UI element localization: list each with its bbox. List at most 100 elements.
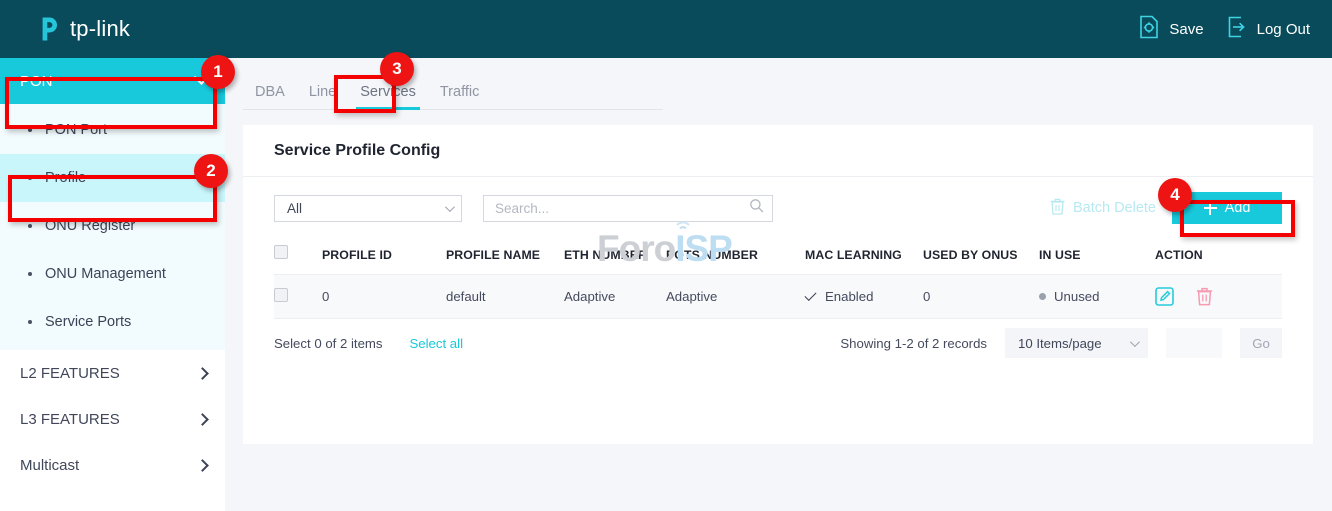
table-body: 0 default Adaptive Adaptive Enabled 0 [274, 275, 1282, 319]
add-label: Add [1225, 200, 1251, 216]
sidebar-pon-submenu: PON Port Profile ONU Register ONU Manage… [0, 104, 225, 350]
sidebar: PON PON Port Profile ONU Register ONU Ma… [0, 58, 225, 511]
tab-services[interactable]: Services [348, 84, 428, 109]
top-bar-actions: Save Log Out [1138, 0, 1310, 58]
cell-profile-name: default [446, 275, 564, 319]
page-number-input[interactable] [1166, 328, 1222, 358]
profile-table: PROFILE ID PROFILE NAME ETH NUMBER POTS … [274, 239, 1282, 319]
tp-link-logo-icon [35, 15, 63, 43]
table-header-row: PROFILE ID PROFILE NAME ETH NUMBER POTS … [274, 239, 1282, 275]
header-action: ACTION [1155, 239, 1282, 275]
chevron-right-icon [196, 413, 209, 426]
selection-count: Select 0 of 2 items [274, 336, 382, 351]
go-button[interactable]: Go [1240, 328, 1282, 358]
batch-delete-button[interactable]: Batch Delete [1050, 198, 1156, 219]
logout-label: Log Out [1257, 21, 1310, 38]
bullet-icon [28, 128, 32, 132]
edit-pencil-icon[interactable] [1155, 287, 1174, 306]
header-in-use: IN USE [1039, 239, 1155, 275]
logout-arrow-icon [1226, 15, 1248, 44]
sidebar-group-l3-features-label: L3 FEATURES [20, 411, 120, 428]
status-dot-icon [1039, 293, 1046, 300]
search-input[interactable] [495, 201, 749, 216]
table-footer: Select 0 of 2 items Select all Showing 1… [243, 319, 1313, 367]
tab-bar: DBA Line Services Traffic [243, 78, 663, 110]
chevron-right-icon [196, 459, 209, 472]
brand-name: tp-link [70, 16, 130, 42]
check-icon [804, 288, 816, 300]
header-profile-name: PROFILE NAME [446, 239, 564, 275]
bullet-icon [28, 320, 32, 324]
chevron-down-icon [194, 69, 210, 85]
app-root: tp-link Save [0, 0, 1332, 511]
row-select-cell [274, 275, 322, 319]
content-panel: Service Profile Config All [243, 125, 1313, 444]
sidebar-item-onu-register-label: ONU Register [45, 218, 135, 234]
tab-traffic[interactable]: Traffic [428, 84, 491, 109]
filter-select[interactable]: All [274, 195, 462, 222]
sidebar-item-profile-label: Profile [45, 170, 86, 186]
sidebar-item-service-ports-label: Service Ports [45, 314, 131, 330]
table-toolbar: All [243, 177, 1313, 239]
sidebar-item-onu-management-label: ONU Management [45, 266, 166, 282]
cell-action [1155, 275, 1282, 319]
cell-profile-id: 0 [322, 275, 446, 319]
sidebar-group-pon-label: PON [20, 73, 53, 90]
cell-mac-learning: Enabled [805, 275, 923, 319]
trash-icon [1050, 198, 1065, 219]
top-bar: tp-link Save [0, 0, 1332, 58]
header-used-by-onus: USED BY ONUS [923, 239, 1039, 275]
sidebar-item-profile[interactable]: Profile [0, 154, 225, 202]
search-icon [749, 198, 764, 218]
sidebar-group-multicast[interactable]: Multicast [0, 442, 225, 488]
tab-line[interactable]: Line [297, 84, 348, 109]
save-button[interactable]: Save [1138, 15, 1203, 44]
search-box[interactable] [483, 195, 773, 222]
bullet-icon [28, 224, 32, 228]
sidebar-group-multicast-label: Multicast [20, 457, 79, 474]
save-label: Save [1169, 21, 1203, 38]
delete-trash-icon[interactable] [1196, 287, 1213, 306]
items-per-page-select[interactable]: 10 Items/page [1005, 328, 1148, 358]
filter-select-value: All [287, 201, 302, 216]
cell-pots-number: Adaptive [666, 275, 805, 319]
sidebar-group-l2-features-label: L2 FEATURES [20, 365, 120, 382]
tab-dba[interactable]: DBA [243, 84, 297, 109]
chevron-right-icon [196, 367, 209, 380]
header-profile-id: PROFILE ID [322, 239, 446, 275]
chevron-down-icon [1130, 337, 1140, 347]
sidebar-item-onu-management[interactable]: ONU Management [0, 250, 225, 298]
toolbar-right-actions: Batch Delete Add [1050, 177, 1282, 239]
save-gear-icon [1138, 15, 1160, 44]
table-row[interactable]: 0 default Adaptive Adaptive Enabled 0 [274, 275, 1282, 319]
select-all-checkbox[interactable] [274, 245, 288, 259]
page-title: Service Profile Config [243, 125, 1313, 177]
table-wrapper: PROFILE ID PROFILE NAME ETH NUMBER POTS … [243, 239, 1313, 319]
items-per-page-value: 10 Items/page [1018, 336, 1102, 351]
brand: tp-link [35, 15, 130, 43]
cell-in-use: Unused [1039, 275, 1155, 319]
sidebar-item-onu-register[interactable]: ONU Register [0, 202, 225, 250]
header-mac-learning-label: MAC LEARNING [805, 248, 902, 262]
table-header: PROFILE ID PROFILE NAME ETH NUMBER POTS … [274, 239, 1282, 275]
chevron-down-icon [445, 202, 455, 212]
sidebar-item-service-ports[interactable]: Service Ports [0, 298, 225, 346]
cell-used-by-onus: 0 [923, 275, 1039, 319]
add-button[interactable]: Add [1172, 192, 1282, 224]
sidebar-item-pon-port-label: PON Port [45, 122, 107, 138]
bullet-icon [28, 176, 32, 180]
select-all-header [274, 239, 322, 275]
row-checkbox[interactable] [274, 288, 288, 302]
sidebar-group-l3-features[interactable]: L3 FEATURES [0, 396, 225, 442]
plus-icon [1204, 202, 1217, 215]
status-badge: Unused [1054, 289, 1099, 304]
bullet-icon [28, 272, 32, 276]
batch-delete-label: Batch Delete [1073, 200, 1156, 216]
cell-mac-learning-label: Enabled [825, 289, 873, 304]
sidebar-group-pon[interactable]: PON [0, 58, 225, 104]
logout-button[interactable]: Log Out [1226, 15, 1310, 44]
sidebar-item-pon-port[interactable]: PON Port [0, 106, 225, 154]
sidebar-group-l2-features[interactable]: L2 FEATURES [0, 350, 225, 396]
records-summary: Showing 1-2 of 2 records [840, 336, 987, 351]
select-all-link[interactable]: Select all [409, 336, 463, 351]
